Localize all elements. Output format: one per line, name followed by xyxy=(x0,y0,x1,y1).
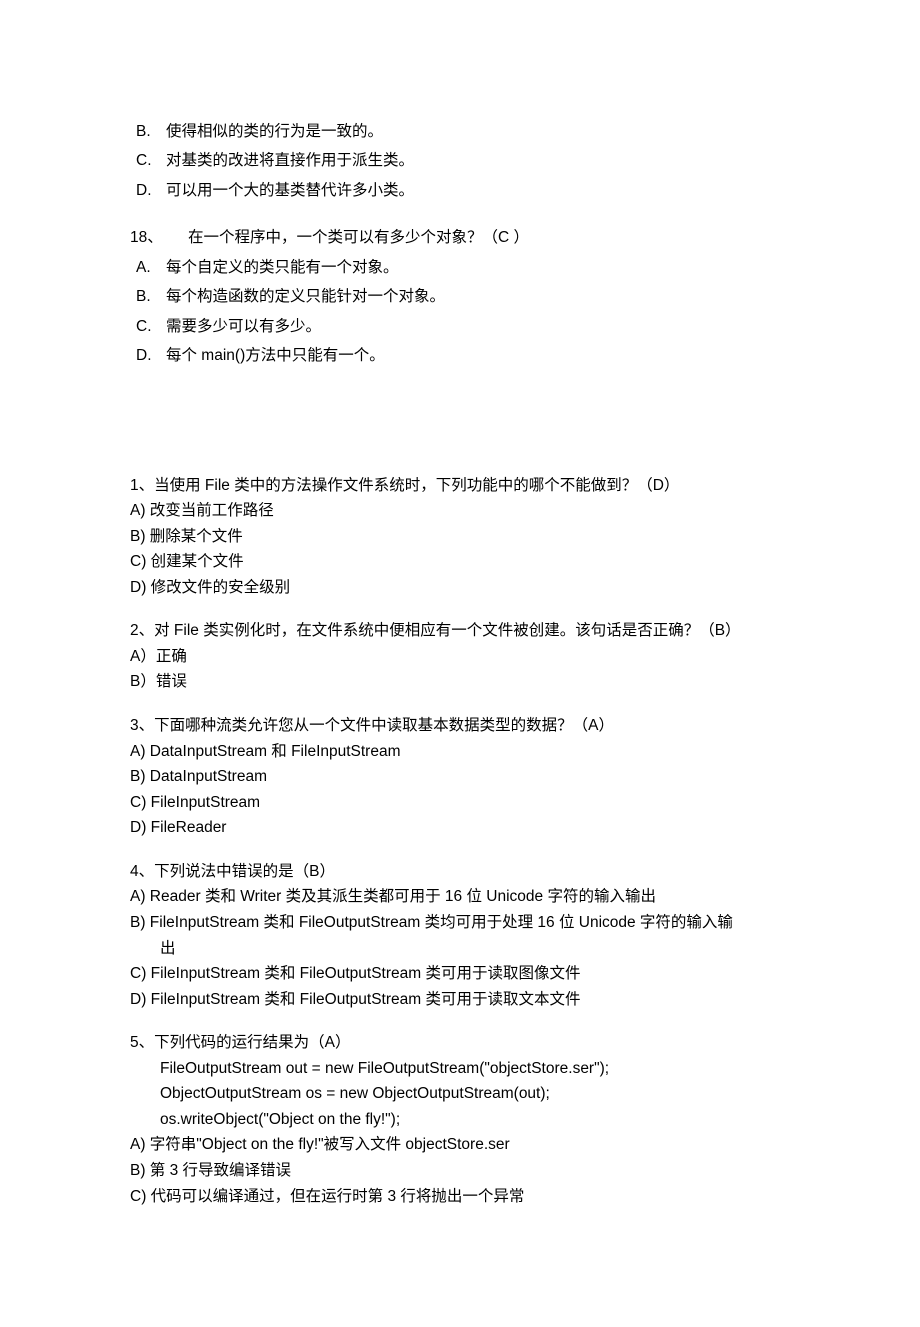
question-stem: 2、对 File 类实例化时，在文件系统中便相应有一个文件被创建。该句话是否正确… xyxy=(130,618,800,644)
option-c: C) 创建某个文件 xyxy=(130,549,800,575)
option-text: 每个 main()方法中只能有一个。 xyxy=(166,341,385,370)
option-b-line2: 出 xyxy=(130,936,800,962)
option-a: A) DataInputStream 和 FileInputStream xyxy=(130,739,800,765)
option-b: B) DataInputStream xyxy=(130,764,800,790)
option-label: B. xyxy=(136,282,166,311)
option-label: A. xyxy=(136,253,166,282)
option-b: B) 第 3 行导致编译错误 xyxy=(130,1158,800,1184)
option-d: D. 每个 main()方法中只能有一个。 xyxy=(130,341,800,370)
option-a: A) 字符串"Object on the fly!"被写入文件 objectSt… xyxy=(130,1132,800,1158)
code-line-3: os.writeObject("Object on the fly!"); xyxy=(130,1107,800,1133)
question-3: 3、下面哪种流类允许您从一个文件中读取基本数据类型的数据？（A） A) Data… xyxy=(130,713,800,841)
option-d: D) FileReader xyxy=(130,815,800,841)
option-a: A. 每个自定义的类只能有一个对象。 xyxy=(130,253,800,282)
code-line-2: ObjectOutputStream os = new ObjectOutput… xyxy=(130,1081,800,1107)
question-2: 2、对 File 类实例化时，在文件系统中便相应有一个文件被创建。该句话是否正确… xyxy=(130,618,800,695)
option-c: C) FileInputStream 类和 FileOutputStream 类… xyxy=(130,961,800,987)
option-d: D) FileInputStream 类和 FileOutputStream 类… xyxy=(130,987,800,1013)
option-a: A) 改变当前工作路径 xyxy=(130,498,800,524)
question-1: 1、当使用 File 类中的方法操作文件系统时，下列功能中的哪个不能做到？（D）… xyxy=(130,473,800,601)
option-text: 使得相似的类的行为是一致的。 xyxy=(166,117,383,146)
section-gap xyxy=(130,389,800,473)
option-c: C. 对基类的改进将直接作用于派生类。 xyxy=(130,146,800,175)
document-page: B. 使得相似的类的行为是一致的。 C. 对基类的改进将直接作用于派生类。 D.… xyxy=(0,0,920,1327)
option-label: C. xyxy=(136,312,166,341)
option-label: B. xyxy=(136,117,166,146)
question-stem: 3、下面哪种流类允许您从一个文件中读取基本数据类型的数据？（A） xyxy=(130,713,800,739)
option-text: 需要多少可以有多少。 xyxy=(166,312,321,341)
option-label: D. xyxy=(136,176,166,205)
question-18: 18、 在一个程序中，一个类可以有多少个对象？（C ） A. 每个自定义的类只能… xyxy=(130,223,800,370)
section-2: 1、当使用 File 类中的方法操作文件系统时，下列功能中的哪个不能做到？（D）… xyxy=(130,473,800,1210)
option-b: B. 每个构造函数的定义只能针对一个对象。 xyxy=(130,282,800,311)
question-stem: 1、当使用 File 类中的方法操作文件系统时，下列功能中的哪个不能做到？（D） xyxy=(130,473,800,499)
option-text: 每个自定义的类只能有一个对象。 xyxy=(166,253,399,282)
question-stem: 4、下列说法中错误的是（B） xyxy=(130,859,800,885)
top-options-block: B. 使得相似的类的行为是一致的。 C. 对基类的改进将直接作用于派生类。 D.… xyxy=(130,117,800,205)
question-number: 18、 xyxy=(130,223,188,252)
question-stem: 5、下列代码的运行结果为（A） xyxy=(130,1030,800,1056)
option-label: C. xyxy=(136,146,166,175)
question-text: 在一个程序中，一个类可以有多少个对象？（C ） xyxy=(188,223,529,252)
code-line-1: FileOutputStream out = new FileOutputStr… xyxy=(130,1056,800,1082)
option-c: C) 代码可以编译通过，但在运行时第 3 行将抛出一个异常 xyxy=(130,1184,800,1210)
question-4: 4、下列说法中错误的是（B） A) Reader 类和 Writer 类及其派生… xyxy=(130,859,800,1012)
question-5: 5、下列代码的运行结果为（A） FileOutputStream out = n… xyxy=(130,1030,800,1209)
option-b: B. 使得相似的类的行为是一致的。 xyxy=(130,117,800,146)
option-label: D. xyxy=(136,341,166,370)
option-b: B）错误 xyxy=(130,669,800,695)
option-c: C. 需要多少可以有多少。 xyxy=(130,312,800,341)
option-text: 对基类的改进将直接作用于派生类。 xyxy=(166,146,414,175)
option-text: 每个构造函数的定义只能针对一个对象。 xyxy=(166,282,445,311)
option-d: D. 可以用一个大的基类替代许多小类。 xyxy=(130,176,800,205)
question-stem: 18、 在一个程序中，一个类可以有多少个对象？（C ） xyxy=(130,223,800,252)
option-d: D) 修改文件的安全级别 xyxy=(130,575,800,601)
option-b-line1: B) FileInputStream 类和 FileOutputStream 类… xyxy=(130,910,800,936)
option-a: A) Reader 类和 Writer 类及其派生类都可用于 16 位 Unic… xyxy=(130,884,800,910)
option-b: B) 删除某个文件 xyxy=(130,524,800,550)
option-text: 可以用一个大的基类替代许多小类。 xyxy=(166,176,414,205)
option-c: C) FileInputStream xyxy=(130,790,800,816)
option-a: A）正确 xyxy=(130,644,800,670)
